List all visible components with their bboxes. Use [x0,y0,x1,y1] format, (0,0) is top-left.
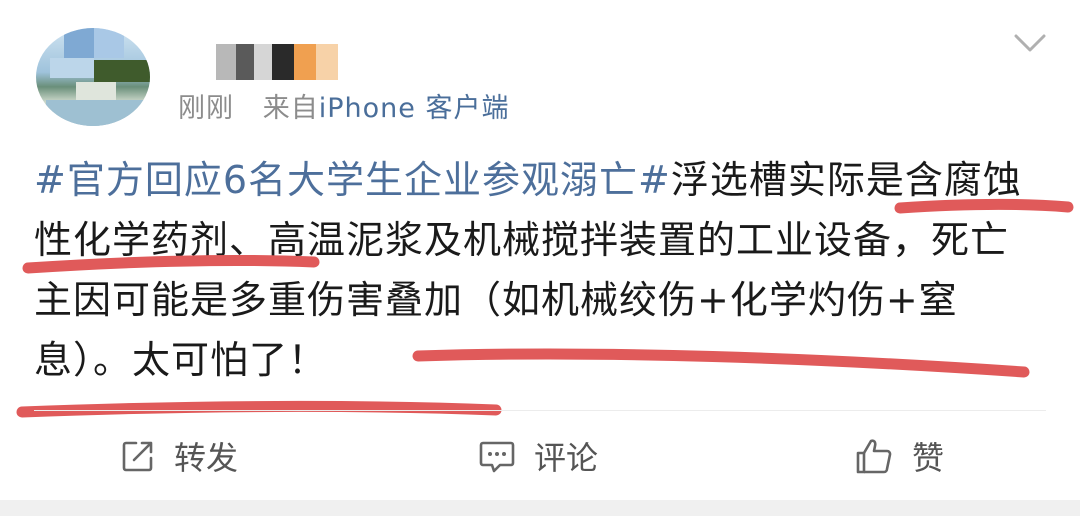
divider [34,410,1046,411]
thumbs-up-icon [856,439,892,474]
like-label: 赞 [912,439,945,477]
username-mosaic[interactable] [216,44,338,80]
repost-label: 转发 [174,439,239,477]
post-content: #官方回应6名大学生企业参观溺亡#浮选槽实际是含腐蚀性化学药剂、高温泥浆及机械搅… [34,150,1044,390]
post-source[interactable]: iPhone 客户端 [319,93,510,124]
post-time: 刚刚 [178,93,234,124]
like-button[interactable]: 赞 [854,432,944,480]
comment-button[interactable]: 评论 [478,432,598,480]
comment-icon [479,441,515,473]
hashtag-link[interactable]: #官方回应6名大学生企业参观溺亡# [34,158,671,202]
feed-separator [0,500,1080,516]
comment-label: 评论 [534,439,599,477]
repost-icon [122,441,153,472]
source-prefix: 来自 [262,93,319,124]
chevron-down-icon[interactable] [1012,28,1048,58]
weibo-post: 刚刚 来自iPhone 客户端 #官方回应6名大学生企业参观溺亡#浮选槽实际是含… [0,0,1080,500]
post-meta: 刚刚 来自iPhone 客户端 [178,86,509,125]
avatar[interactable] [36,28,150,126]
action-bar: 转发 评论 赞 [0,420,1080,492]
repost-button[interactable]: 转发 [120,432,238,480]
